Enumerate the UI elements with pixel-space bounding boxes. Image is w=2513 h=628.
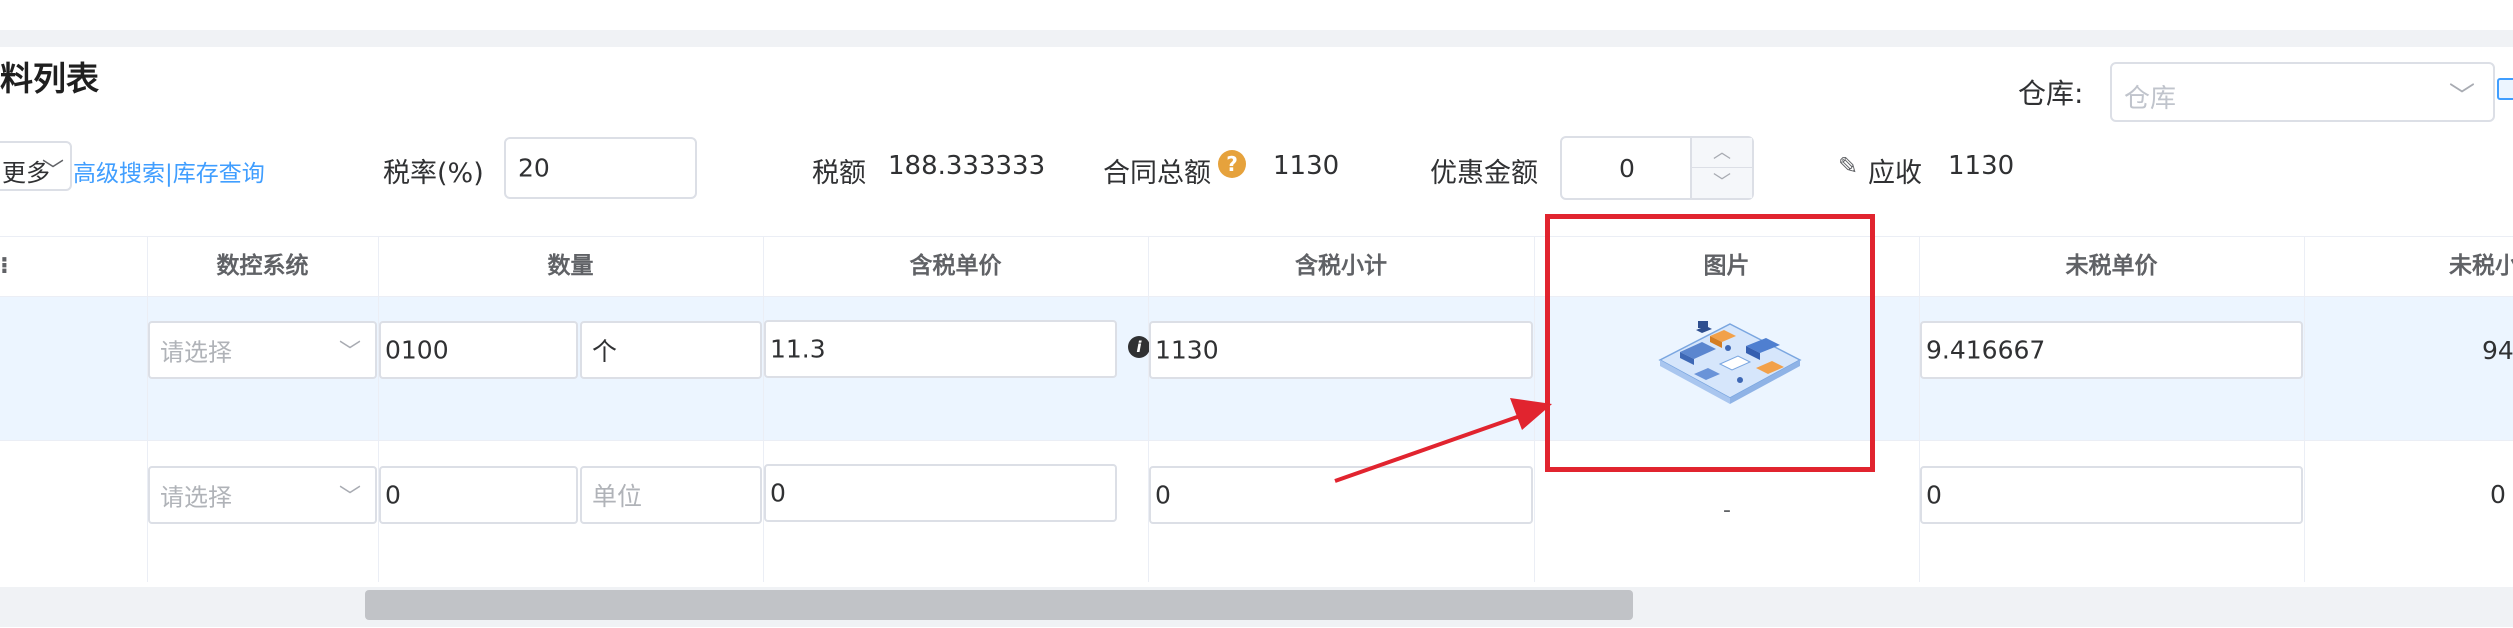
unit-input[interactable]: 个 <box>580 321 762 379</box>
quantity-input[interactable]: 0100 <box>379 321 578 379</box>
unit-value: 个 <box>592 337 618 366</box>
unit-placeholder: 单位 <box>592 482 643 511</box>
tax-amount-value: 188.333333 <box>888 151 1046 181</box>
receivable-value: 1130 <box>1948 151 2015 181</box>
warehouse-select[interactable]: 仓库 ﹀ <box>2110 62 2495 122</box>
unit-price-tax-value: 0 <box>770 478 786 508</box>
system-select[interactable]: 请选择 ﹀ <box>148 321 377 379</box>
quantity-value: 0100 <box>385 335 449 365</box>
contract-total-label: 合同总额 <box>1103 158 1211 189</box>
column-header-subtotal-notax: 未税小 <box>2449 253 2513 279</box>
subtotal-notax-value: 941.6 <box>2482 336 2513 365</box>
tax-rate-label: 税率(%) <box>383 158 484 189</box>
chevron-down-icon: ﹀ <box>41 159 64 184</box>
quantity-value: 0 <box>385 480 401 510</box>
quantity-input[interactable]: 0 <box>379 466 578 524</box>
subtotal-tax-input[interactable]: 0 <box>1149 466 1533 524</box>
warehouse-label: 仓库: <box>2018 77 2084 110</box>
annotation-highlight-box <box>1545 214 1875 472</box>
help-icon[interactable]: ? <box>1218 150 1246 178</box>
contract-total-value: 1130 <box>1273 151 1340 181</box>
advanced-search-link[interactable]: 高级搜索|库存查询 <box>73 154 265 188</box>
tax-amount-label: 税额 <box>812 158 866 189</box>
subtotal-tax-value: 0 <box>1155 480 1171 510</box>
unit-input[interactable]: 单位 <box>580 466 762 524</box>
unit-price-notax-input[interactable]: 0 <box>1920 466 2303 524</box>
tax-rate-value: 20 <box>518 153 550 183</box>
table-header-border <box>0 296 2513 297</box>
chevron-down-icon: ﹀ <box>2448 82 2475 112</box>
unit-price-tax-value: 11.3 <box>770 334 826 364</box>
column-header-unit-price-tax: 含税单价 <box>909 253 1002 279</box>
warehouse-placeholder: 仓库 <box>2124 84 2177 114</box>
table-row-border <box>0 440 2513 441</box>
image-empty-placeholder: - <box>1723 498 1731 523</box>
unit-price-tax-input[interactable]: 0 <box>764 464 1117 522</box>
unit-price-notax-value: 9.416667 <box>1926 335 2046 365</box>
column-header-subtotal-tax: 含税小计 <box>1295 253 1387 279</box>
more-dropdown[interactable]: 更多 ﹀ <box>0 141 72 191</box>
unit-price-notax-input[interactable]: 9.416667 <box>1920 321 2303 379</box>
receivable-label: 应收 <box>1868 158 1922 189</box>
horizontal-scrollbar-thumb[interactable] <box>365 590 1633 620</box>
discount-stepper[interactable]: 0 ︿ ﹀ <box>1560 136 1754 200</box>
column-header-unit-price-notax: 未税单价 <box>2065 253 2158 279</box>
chevron-down-icon: ﹀ <box>338 340 361 365</box>
chevron-up-icon[interactable]: ︿ <box>1692 138 1752 168</box>
column-header-cut: ⁝ <box>0 253 9 279</box>
column-header-system: 数控系统 <box>216 253 309 279</box>
tax-rate-input[interactable]: 20 <box>504 137 697 199</box>
stepper-arrows: ︿ ﹀ <box>1690 138 1752 198</box>
system-placeholder: 请选择 <box>160 338 232 367</box>
page-title: 料列表 <box>0 59 99 98</box>
unit-price-notax-value: 0 <box>1926 480 1942 510</box>
system-placeholder: 请选择 <box>160 483 232 512</box>
edit-icon[interactable]: ✎ <box>1838 152 1858 180</box>
column-header-quantity: 数量 <box>547 253 594 279</box>
info-icon[interactable]: i <box>1128 336 1150 358</box>
subtotal-tax-value: 1130 <box>1155 335 1219 365</box>
discount-label: 优惠金额 <box>1430 158 1538 189</box>
chevron-down-icon[interactable]: ﹀ <box>1692 168 1752 198</box>
checkbox[interactable] <box>2497 78 2513 100</box>
discount-value: 0 <box>1619 154 1635 183</box>
subtotal-notax-value: 0 <box>2490 480 2506 509</box>
unit-price-tax-input[interactable]: 11.3 <box>764 320 1117 378</box>
subtotal-tax-input[interactable]: 1130 <box>1149 321 1533 379</box>
system-select[interactable]: 请选择 ﹀ <box>148 466 377 524</box>
top-band <box>0 30 2513 47</box>
chevron-down-icon: ﹀ <box>338 485 361 510</box>
